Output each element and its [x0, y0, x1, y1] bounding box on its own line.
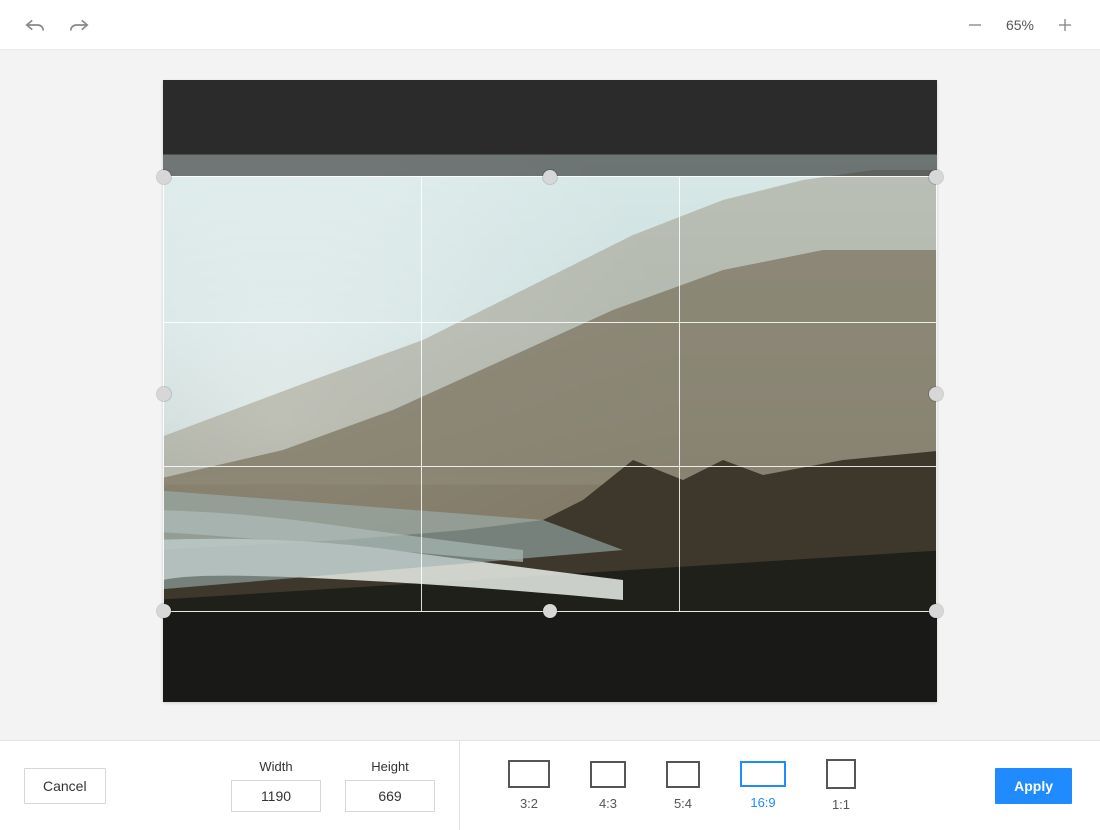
crop-handle-tl[interactable]	[157, 170, 171, 184]
crop-handle-bl[interactable]	[157, 604, 171, 618]
crop-grid-line	[421, 177, 422, 610]
apply-button[interactable]: Apply	[995, 768, 1072, 804]
crop-handle-br[interactable]	[929, 604, 943, 618]
crop-rectangle[interactable]	[163, 176, 937, 611]
redo-icon	[66, 14, 92, 36]
cancel-button[interactable]: Cancel	[24, 768, 106, 804]
crop-grid-line	[679, 177, 680, 610]
ratio-label: 1:1	[832, 797, 850, 812]
aspect-ratio-16-9[interactable]: 16:9	[740, 761, 786, 810]
aspect-ratio-1-1[interactable]: 1:1	[826, 759, 856, 812]
ratio-box-icon	[666, 761, 700, 788]
top-toolbar: 65%	[0, 0, 1100, 50]
zoom-level: 65%	[1006, 17, 1034, 33]
width-input[interactable]	[231, 780, 321, 812]
crop-grid-line	[164, 322, 936, 323]
width-field: Width	[231, 759, 321, 812]
aspect-ratio-3-2[interactable]: 3:2	[508, 760, 550, 811]
crop-handle-tr[interactable]	[929, 170, 943, 184]
redo-button[interactable]	[66, 12, 92, 38]
editor-canvas	[0, 50, 1100, 740]
image-preview[interactable]	[163, 80, 937, 702]
dimension-inputs: Width Height	[231, 759, 435, 812]
zoom-out-button[interactable]	[962, 12, 988, 38]
ratio-box-icon	[740, 761, 786, 787]
ratio-label: 16:9	[750, 795, 775, 810]
ratio-box-icon	[590, 761, 626, 788]
crop-dim-bottom	[163, 612, 937, 702]
minus-icon	[966, 16, 984, 34]
ratio-label: 5:4	[674, 796, 692, 811]
plus-icon	[1056, 16, 1074, 34]
width-label: Width	[259, 759, 292, 774]
crop-dim-top	[163, 80, 937, 176]
undo-button[interactable]	[22, 12, 48, 38]
crop-toolbar-right: Apply	[980, 741, 1100, 830]
crop-toolbar: Cancel Width Height 3:2 4:3 5:4 16:9 1:1 App…	[0, 740, 1100, 830]
aspect-ratio-list: 3:2 4:3 5:4 16:9 1:1	[460, 741, 980, 830]
crop-toolbar-left: Cancel Width Height	[0, 741, 460, 830]
crop-handle-tc[interactable]	[543, 170, 557, 184]
aspect-ratio-4-3[interactable]: 4:3	[590, 761, 626, 811]
zoom-controls: 65%	[962, 12, 1078, 38]
zoom-in-button[interactable]	[1052, 12, 1078, 38]
crop-handle-ml[interactable]	[157, 387, 171, 401]
ratio-label: 3:2	[520, 796, 538, 811]
crop-handle-mr[interactable]	[929, 387, 943, 401]
ratio-box-icon	[826, 759, 856, 789]
height-label: Height	[371, 759, 409, 774]
undo-icon	[22, 14, 48, 36]
crop-handle-bc[interactable]	[543, 604, 557, 618]
crop-grid-line	[164, 466, 936, 467]
aspect-ratio-5-4[interactable]: 5:4	[666, 761, 700, 811]
ratio-box-icon	[508, 760, 550, 788]
height-field: Height	[345, 759, 435, 812]
history-controls	[22, 12, 92, 38]
ratio-label: 4:3	[599, 796, 617, 811]
height-input[interactable]	[345, 780, 435, 812]
